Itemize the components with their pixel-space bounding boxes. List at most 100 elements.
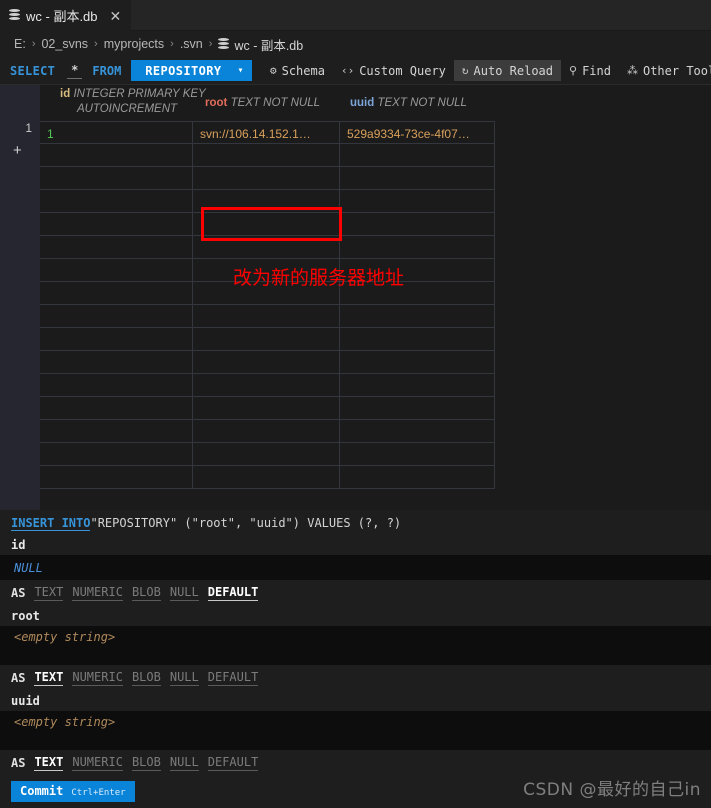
field-input-root[interactable]: <empty string>: [0, 626, 711, 665]
table-row-empty[interactable]: [40, 443, 495, 466]
table-row-empty[interactable]: [40, 420, 495, 443]
breadcrumb-item-drive[interactable]: E:: [14, 37, 26, 51]
type-option-default-root[interactable]: DEFAULT: [207, 670, 259, 686]
column-header-id[interactable]: id INTEGER PRIMARY KEY AUTOINCREMENT: [60, 87, 210, 117]
type-option-text-id[interactable]: TEXT: [34, 585, 64, 601]
type-option-blob-root[interactable]: BLOB: [131, 670, 161, 686]
cell-empty[interactable]: [340, 420, 495, 443]
field-input-uuid[interactable]: <empty string>: [0, 711, 711, 750]
insert-statement: INSERT INTO "REPOSITORY" ("root", "uuid"…: [0, 512, 711, 534]
column-header-uuid[interactable]: uuid TEXT NOT NULL: [350, 96, 467, 111]
breadcrumb-item-svn[interactable]: .svn: [180, 37, 203, 51]
breadcrumb-item-file[interactable]: wc - 副本.db: [218, 35, 303, 54]
cell-id[interactable]: 1: [40, 122, 193, 145]
cell-empty[interactable]: [40, 305, 193, 328]
commit-button[interactable]: Commit Ctrl+Enter: [11, 781, 135, 802]
type-option-blob-uuid[interactable]: BLOB: [131, 755, 161, 771]
cell-empty[interactable]: [193, 144, 340, 167]
cell-empty[interactable]: [40, 443, 193, 466]
cell-empty[interactable]: [340, 397, 495, 420]
table-row-empty[interactable]: [40, 167, 495, 190]
cell-empty[interactable]: [193, 374, 340, 397]
table-row-empty[interactable]: [40, 305, 495, 328]
table-row-empty[interactable]: [40, 397, 495, 420]
cell-empty[interactable]: [340, 144, 495, 167]
table-row-empty[interactable]: [40, 144, 495, 167]
type-option-numeric-uuid[interactable]: NUMERIC: [72, 755, 123, 771]
table-row-empty[interactable]: [40, 213, 495, 236]
cell-empty[interactable]: [40, 420, 193, 443]
cell-empty[interactable]: [40, 397, 193, 420]
type-option-text-root[interactable]: TEXT: [34, 670, 64, 686]
type-option-text-uuid[interactable]: TEXT: [34, 755, 64, 771]
type-option-numeric-id[interactable]: NUMERIC: [72, 585, 123, 601]
type-option-default-uuid[interactable]: DEFAULT: [207, 755, 259, 771]
cell-empty[interactable]: [340, 466, 495, 489]
table-row-empty[interactable]: [40, 236, 495, 259]
columns-selector[interactable]: *: [67, 63, 83, 79]
cell-empty[interactable]: [340, 374, 495, 397]
cell-empty[interactable]: [340, 190, 495, 213]
database-icon: [218, 37, 230, 51]
cell-empty[interactable]: [340, 305, 495, 328]
type-option-null-uuid[interactable]: NULL: [169, 755, 199, 771]
cell-empty[interactable]: [193, 305, 340, 328]
cell-empty[interactable]: [193, 236, 340, 259]
cell-empty[interactable]: [193, 328, 340, 351]
cell-empty[interactable]: [340, 213, 495, 236]
cell-empty[interactable]: [193, 420, 340, 443]
cell-empty[interactable]: [340, 167, 495, 190]
table-row-empty[interactable]: [40, 328, 495, 351]
type-option-null-id[interactable]: NULL: [169, 585, 199, 601]
type-option-blob-id[interactable]: BLOB: [131, 585, 161, 601]
type-option-null-root[interactable]: NULL: [169, 670, 199, 686]
table-row[interactable]: 1 svn://106.14.152.1… 529a9334-73ce-4f07…: [40, 121, 495, 145]
cell-empty[interactable]: [193, 190, 340, 213]
cell-empty[interactable]: [193, 351, 340, 374]
cell-uuid[interactable]: 529a9334-73ce-4f07…: [340, 122, 495, 145]
cell-empty[interactable]: [40, 144, 193, 167]
field-input-id[interactable]: NULL: [0, 555, 711, 580]
cell-empty[interactable]: [40, 374, 193, 397]
column-type-id: INTEGER PRIMARY KEY: [73, 88, 206, 100]
table-row-empty[interactable]: [40, 466, 495, 489]
type-option-numeric-root[interactable]: NUMERIC: [72, 670, 123, 686]
breadcrumb-item-myprojects[interactable]: myprojects: [104, 37, 164, 51]
cell-empty[interactable]: [40, 466, 193, 489]
cell-empty[interactable]: [40, 213, 193, 236]
custom-query-button[interactable]: ‹› Custom Query: [333, 60, 454, 81]
table-row-empty[interactable]: [40, 351, 495, 374]
cell-empty[interactable]: [193, 466, 340, 489]
cell-empty[interactable]: [193, 167, 340, 190]
cell-empty[interactable]: [193, 443, 340, 466]
close-icon[interactable]: ✕: [110, 9, 122, 23]
cell-empty[interactable]: [340, 351, 495, 374]
select-keyword: SELECT: [10, 63, 56, 78]
cell-empty[interactable]: [193, 397, 340, 420]
cell-empty[interactable]: [40, 190, 193, 213]
cell-empty[interactable]: [340, 236, 495, 259]
cell-empty[interactable]: [40, 282, 193, 305]
cell-uuid-value: 529a9334-73ce-4f07…: [347, 126, 470, 141]
auto-reload-button[interactable]: ↻ Auto Reload: [453, 60, 562, 81]
tab-wc-db[interactable]: wc - 副本.db ✕: [0, 0, 132, 31]
cell-empty[interactable]: [40, 167, 193, 190]
column-header-root[interactable]: root TEXT NOT NULL: [205, 96, 320, 111]
find-button[interactable]: ⚲ Find: [561, 60, 619, 81]
cell-empty[interactable]: [340, 328, 495, 351]
cell-root[interactable]: svn://106.14.152.1…: [193, 122, 340, 145]
type-option-default-id[interactable]: DEFAULT: [207, 585, 259, 601]
table-row-empty[interactable]: [40, 374, 495, 397]
cell-empty[interactable]: [340, 443, 495, 466]
cell-empty[interactable]: [40, 236, 193, 259]
cell-empty[interactable]: [193, 213, 340, 236]
cell-empty[interactable]: [40, 328, 193, 351]
cell-empty[interactable]: [40, 259, 193, 282]
breadcrumb-item-02_svns[interactable]: 02_svns: [41, 37, 88, 51]
other-tools-button[interactable]: ⁂ Other Tools…: [619, 60, 711, 81]
table-row-empty[interactable]: [40, 190, 495, 213]
add-row-button[interactable]: +: [13, 143, 22, 158]
cell-empty[interactable]: [40, 351, 193, 374]
schema-button[interactable]: ⚙ Schema: [262, 60, 333, 81]
table-select-dropdown[interactable]: REPOSITORY ▾: [131, 60, 252, 81]
